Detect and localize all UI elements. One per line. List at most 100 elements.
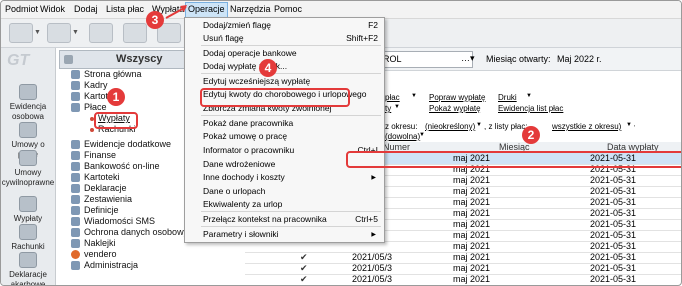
menu-item[interactable]: Usuń flagę [203, 33, 244, 43]
label-icon [71, 239, 80, 248]
annotation-badge-4: 4 [259, 59, 277, 77]
module-rachunki[interactable]: Rachunki [1, 224, 55, 252]
module-ewidencja[interactable]: Ewidencja osobowa [1, 84, 55, 122]
operacje-menu: Dodaj/zmień flagę F2 Usuń flagę Shift+F2 Dod… [184, 17, 385, 243]
chevron-down-icon[interactable]: ▼ [34, 29, 41, 36]
tree-item-sms[interactable]: Wiadomości SMS [84, 216, 155, 226]
link-wyplaty[interactable]: ty [385, 104, 391, 113]
chevron-down-icon: ▼ [526, 93, 532, 99]
module-panel: GT Ewidencja osobowa Umowy o pracę Umowy… [1, 48, 56, 285]
filter-extra[interactable]: (dowolna) [385, 132, 420, 141]
menu-item[interactable]: Pokaż umowę o pracę [203, 131, 287, 141]
folder-icon [71, 184, 80, 193]
menu-item[interactable]: Dane wdrożeniowe [203, 159, 275, 169]
menu-item[interactable]: Ekwiwalenty za urlop [203, 199, 282, 209]
menu-narzedzia[interactable]: Narzędzia [230, 4, 271, 14]
toolbar-calculator-icon[interactable] [89, 23, 113, 43]
annotation-arrow-3 [165, 5, 187, 19]
menu-item[interactable]: Przełącz kontekst na pracownika [203, 214, 327, 224]
more-icon[interactable]: …▾ [461, 53, 475, 64]
menu-item[interactable]: Dodaj/zmień flagę [203, 20, 271, 30]
vendero-icon [71, 250, 80, 259]
cell-data-wyplaty: 2021-05-31 [590, 241, 637, 251]
check-icon: ✔ [300, 252, 308, 262]
filter-list-value[interactable]: wszystkie z okresu) [552, 122, 621, 131]
tree-item-place[interactable]: Płace [84, 102, 107, 112]
highlight-edytuj-kwoty [200, 88, 350, 107]
link-pokaz-wyplate[interactable]: Pokaż wypłatę [429, 104, 481, 113]
tree-item-deklaracje[interactable]: Deklaracje [84, 183, 127, 193]
app-window: Podmiot Widok Dodaj Lista płac Wypłata O… [0, 0, 682, 286]
filter-period[interactable]: (nieokreślony) [425, 122, 475, 131]
tree-item-administracja[interactable]: Administracja [84, 260, 138, 270]
cell-miesiac: maj 2021 [453, 175, 491, 185]
cell-data-wyplaty: 2021-05-31 [590, 230, 637, 240]
tree-item-strona-glowna[interactable]: Strona główna [84, 69, 142, 79]
menu-item[interactable]: Parametry i słowniki [203, 229, 279, 239]
cell-data-wyplaty: 2021-05-31 [590, 274, 637, 284]
cell-data-wyplaty: 2021-05-31 [590, 186, 637, 196]
users-icon [64, 55, 73, 64]
toolbar-back-icon[interactable] [9, 23, 33, 43]
folder-icon [71, 173, 80, 182]
tree-item-ochrona[interactable]: Ochrona danych osobowych [84, 227, 198, 237]
menu-item[interactable]: Pokaż dane pracownika [203, 118, 293, 128]
menu-item[interactable]: Edytuj wcześniejszą wypłatę [203, 76, 310, 86]
tree-item-definicje[interactable]: Definicje [84, 205, 119, 215]
cell-miesiac: maj 2021 [453, 241, 491, 251]
link-ewidencja-list-plac[interactable]: Ewidencja list płac [498, 104, 563, 113]
tree-item-vendero[interactable]: vendero [84, 249, 117, 259]
menu-shortcut: Ctrl+5 [355, 214, 378, 224]
module-deklaracje[interactable]: Deklaracje akarbowe [1, 252, 55, 285]
menu-pomoc[interactable]: Pomoc [274, 4, 302, 14]
tree-item-kartoteki-2[interactable]: Kartoteki [84, 172, 120, 182]
chevron-down-icon: ▼ [411, 93, 417, 99]
chevron-down-icon: ▼ [394, 104, 400, 110]
menu-separator [201, 115, 381, 116]
link-druki[interactable]: Druki [498, 93, 517, 102]
menu-lista-plac[interactable]: Lista płac [106, 4, 144, 14]
folder-icon [71, 81, 80, 90]
menu-widok[interactable]: Widok [40, 4, 65, 14]
bank-icon [71, 162, 80, 171]
link-lista-plac[interactable]: płac [385, 93, 400, 102]
menu-item[interactable]: Inne dochody i koszty [203, 172, 285, 182]
link-popraw-wyplate[interactable]: Popraw wypłatę [429, 93, 485, 102]
tree-item-finanse[interactable]: Finanse [84, 150, 116, 160]
menu-podmiot[interactable]: Podmiot [5, 4, 38, 14]
folder-icon [71, 151, 80, 160]
cell-numer: 2021/05/3 [352, 252, 393, 262]
cell-miesiac: maj 2021 [453, 252, 491, 262]
folder-icon [71, 92, 80, 101]
tree-header[interactable]: Wszyscy [59, 50, 187, 69]
menu-separator [201, 73, 381, 74]
cell-miesiac: maj 2021 [453, 197, 491, 207]
tree-item-bankowosc[interactable]: Bankowość on-line [84, 161, 160, 171]
month-value: Maj 2022 r. [557, 54, 602, 64]
cell-data-wyplaty: 2021-05-31 [590, 197, 637, 207]
highlight-selected-row [346, 151, 681, 168]
menu-item[interactable]: Informator o pracowniku [203, 145, 294, 155]
module-wyplaty[interactable]: Wypłaty [1, 196, 55, 224]
toolbar-refresh-icon[interactable] [47, 23, 71, 43]
chevron-down-icon: ▼ [419, 132, 425, 138]
tree-item-zestawienia[interactable]: Zestawienia [84, 194, 132, 204]
toolbar-print-icon[interactable] [123, 23, 147, 43]
tree-item-naklejki[interactable]: Naklejki [84, 238, 116, 248]
invoice-icon [19, 224, 37, 240]
module-umowy-cywilnoprawne[interactable]: Umowy cywilnoprawne [1, 150, 55, 188]
menu-dodaj[interactable]: Dodaj [74, 4, 98, 14]
highlight-wyplaty [94, 112, 138, 129]
cell-miesiac: maj 2021 [453, 186, 491, 196]
tree-item-ewidencje-dodatkowe[interactable]: Ewidencje dodatkowe [84, 139, 171, 149]
menu-item[interactable]: Dodaj operacje bankowe [203, 48, 297, 58]
tree-item-kadry[interactable]: Kadry [84, 80, 108, 90]
menu-item[interactable]: Dane o urlopach [203, 186, 265, 196]
chevron-down-icon[interactable]: ▼ [72, 29, 79, 36]
cell-numer: 2021/05/3 [352, 274, 393, 284]
money-icon [19, 196, 37, 212]
bullet-icon [90, 128, 94, 132]
filter-list-prefix: , z listy płac: [484, 122, 528, 131]
month-label: Miesiąc otwarty: [486, 54, 551, 64]
document-icon [19, 150, 37, 166]
